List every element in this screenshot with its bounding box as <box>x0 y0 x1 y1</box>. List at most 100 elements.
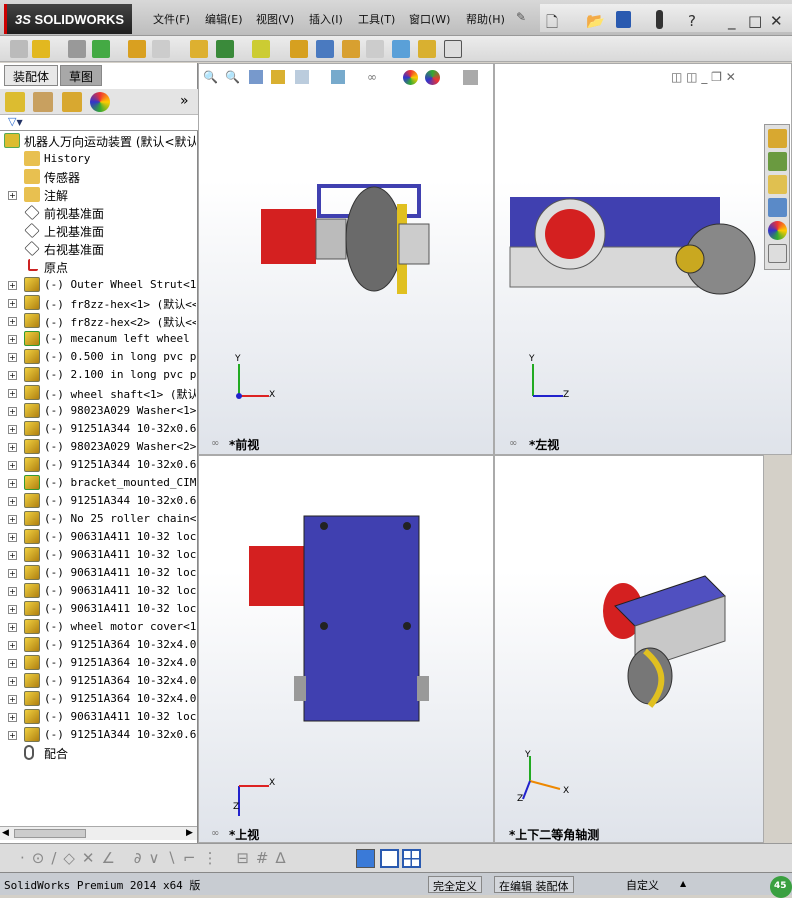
pin-icon[interactable]: ✎ <box>516 10 526 24</box>
menu-insert[interactable]: 插入(I) <box>309 11 343 27</box>
view-cube-icon[interactable] <box>356 849 375 868</box>
appearances-icon[interactable] <box>768 221 787 240</box>
next-viewport-icon[interactable]: ◫ <box>686 70 697 84</box>
expand-icon[interactable]: + <box>8 317 17 326</box>
configuration-manager-icon[interactable] <box>62 92 82 112</box>
tree-item[interactable]: + (-) 91251A364 10-32x4.0 SI <box>0 690 196 708</box>
expand-icon[interactable]: + <box>8 551 17 560</box>
expand-icon[interactable]: + <box>8 569 17 578</box>
expand-icon[interactable]: + <box>8 335 17 344</box>
expand-icon[interactable]: + <box>8 623 17 632</box>
show-hidden-icon[interactable] <box>190 40 208 58</box>
minimize-viewport-icon[interactable]: _ <box>701 70 707 84</box>
tree-item[interactable]: 机器人万向运动装置 (默认<默认 <box>0 132 196 150</box>
tab-sketch[interactable]: 草图 <box>60 65 103 86</box>
tree-item[interactable]: + (-) 90631A411 10-32 locknu <box>0 708 196 726</box>
move-component-icon[interactable] <box>152 40 170 58</box>
tree-item[interactable]: 原点 <box>0 258 196 276</box>
tree-item[interactable]: + 注解 <box>0 186 196 204</box>
viewport-left[interactable]: ◫ ◫ _ ❐ ✕ Y Z ∞ *左视 <box>494 63 792 455</box>
single-viewport-icon[interactable] <box>380 849 399 868</box>
tree-item[interactable]: + (-) No 25 roller chain<1> <box>0 510 196 528</box>
tree-item[interactable]: + (-) wheel motor cover<1> <box>0 618 196 636</box>
tree-item[interactable]: + (-) fr8zz-hex<1> (默认<<默 <box>0 294 196 312</box>
menu-view[interactable]: 视图(V) <box>256 11 294 27</box>
tree-item[interactable]: + (-) 91251A344 10-32x0.625 <box>0 456 196 474</box>
help-icon[interactable]: ? <box>688 12 696 30</box>
instant3d-icon[interactable] <box>444 40 462 58</box>
tree-item[interactable]: + (-) 91251A364 10-32x4.0 SI <box>0 672 196 690</box>
tree-item[interactable]: + (-) 98023A029 Washer<2> ( <box>0 438 196 456</box>
filter-icon[interactable]: ▽▼ <box>0 115 198 131</box>
tree-item[interactable]: + (-) 2.100 in long pvc pipe <box>0 366 196 384</box>
solidworks-resources-icon[interactable] <box>768 129 787 148</box>
menu-file[interactable]: 文件(F) <box>153 11 190 27</box>
tree-item[interactable]: + (-) 90631A411 10-32 locknu <box>0 546 196 564</box>
expand-icon[interactable]: + <box>8 659 17 668</box>
tab-assembly[interactable]: 装配体 <box>4 65 59 86</box>
pattern-icon[interactable] <box>92 40 110 58</box>
menu-window[interactable]: 窗口(W) <box>409 11 450 27</box>
viewport-front[interactable]: 🔍 🔍 ∞ Y X ∞ *前视 <box>198 63 494 455</box>
units-custom[interactable]: 自定义 <box>626 877 659 893</box>
tree-horizontal-scrollbar[interactable]: ◀ ▶ <box>0 826 197 840</box>
open-icon[interactable]: 📂 <box>586 12 605 30</box>
rebuild-traffic-light-icon[interactable] <box>656 10 663 29</box>
view-palette-icon[interactable] <box>768 198 787 217</box>
menu-edit[interactable]: 编辑(E) <box>205 11 243 27</box>
save-icon[interactable] <box>616 11 631 28</box>
view-orientation-icon[interactable] <box>295 70 309 84</box>
file-explorer-icon[interactable] <box>768 175 787 194</box>
tree-item[interactable]: 前视基准面 <box>0 204 196 222</box>
expand-icon[interactable]: + <box>8 479 17 488</box>
property-manager-icon[interactable] <box>33 92 53 112</box>
expand-panel-icon[interactable]: » <box>180 93 189 109</box>
viewport-top[interactable]: Z X ∞ *上视 <box>198 455 494 843</box>
view-settings-icon[interactable] <box>463 70 478 85</box>
expand-icon[interactable]: + <box>8 731 17 740</box>
viewport-isometric[interactable]: Y Z X *上下二等角轴测 <box>494 455 764 843</box>
tree-item[interactable]: + (-) 91251A364 10-32x4.0 SI <box>0 636 196 654</box>
expand-icon[interactable]: + <box>8 605 17 614</box>
restore-icon[interactable]: □ <box>748 12 762 30</box>
tree-item[interactable]: + (-) fr8zz-hex<2> (默认<<默 <box>0 312 196 330</box>
expand-icon[interactable]: + <box>8 677 17 686</box>
expand-icon[interactable]: + <box>8 389 17 398</box>
zoom-to-fit-icon[interactable]: 🔍 <box>203 70 218 84</box>
expand-icon[interactable]: + <box>8 515 17 524</box>
expand-icon[interactable]: + <box>8 497 17 506</box>
tree-item[interactable]: + (-) 90631A411 10-32 locknu <box>0 564 196 582</box>
expand-icon[interactable]: + <box>8 695 17 704</box>
design-library-icon[interactable] <box>768 152 787 171</box>
tree-item[interactable]: 右视基准面 <box>0 240 196 258</box>
tree-item[interactable]: + (-) 90631A411 10-32 locknu <box>0 600 196 618</box>
expand-icon[interactable]: + <box>8 713 17 722</box>
tree-item[interactable]: + (-) bracket_mounted_CIM<1 <box>0 474 196 492</box>
tree-item[interactable]: 上视基准面 <box>0 222 196 240</box>
component-icon[interactable] <box>10 40 28 58</box>
tree-item[interactable]: + (-) wheel shaft<1> (默认< <box>0 384 196 402</box>
new-document-icon[interactable]: 🗋 <box>546 12 558 37</box>
tree-item[interactable]: + (-) 91251A344 10-32x0.625 <box>0 726 196 744</box>
sketch-tools-icons[interactable]: ·⊙/◇✕∠ ∂∨∖⌐⋮ ⊟#∆ <box>20 849 293 867</box>
new-motion-study-icon[interactable] <box>290 40 308 58</box>
expand-icon[interactable]: + <box>8 461 17 470</box>
expand-icon[interactable]: + <box>8 641 17 650</box>
custom-properties-icon[interactable] <box>768 244 787 263</box>
insert-component-icon[interactable] <box>32 40 50 58</box>
tree-item[interactable]: + (-) 90631A411 10-32 locknu <box>0 528 196 546</box>
tree-item[interactable]: + (-) mecanum left wheel mod <box>0 330 196 348</box>
expand-icon[interactable]: + <box>8 587 17 596</box>
tree-item[interactable]: 传感器 <box>0 168 196 186</box>
expand-icon[interactable]: + <box>8 443 17 452</box>
tree-item[interactable]: + (-) 91251A344 10-32x0.625 <box>0 492 196 510</box>
expand-icon[interactable]: + <box>8 191 17 200</box>
close-viewport-icon[interactable]: ✕ <box>726 70 736 84</box>
expand-icon[interactable]: + <box>8 353 17 362</box>
expand-icon[interactable]: + <box>8 299 17 308</box>
previous-view-icon[interactable] <box>249 70 263 84</box>
reference-geometry-icon[interactable] <box>252 40 270 58</box>
tree-item[interactable]: + (-) 91251A344 10-32x0.625 <box>0 420 196 438</box>
edit-appearance-icon[interactable] <box>403 70 418 85</box>
tree-item[interactable]: + (-) Outer Wheel Strut<1> <box>0 276 196 294</box>
